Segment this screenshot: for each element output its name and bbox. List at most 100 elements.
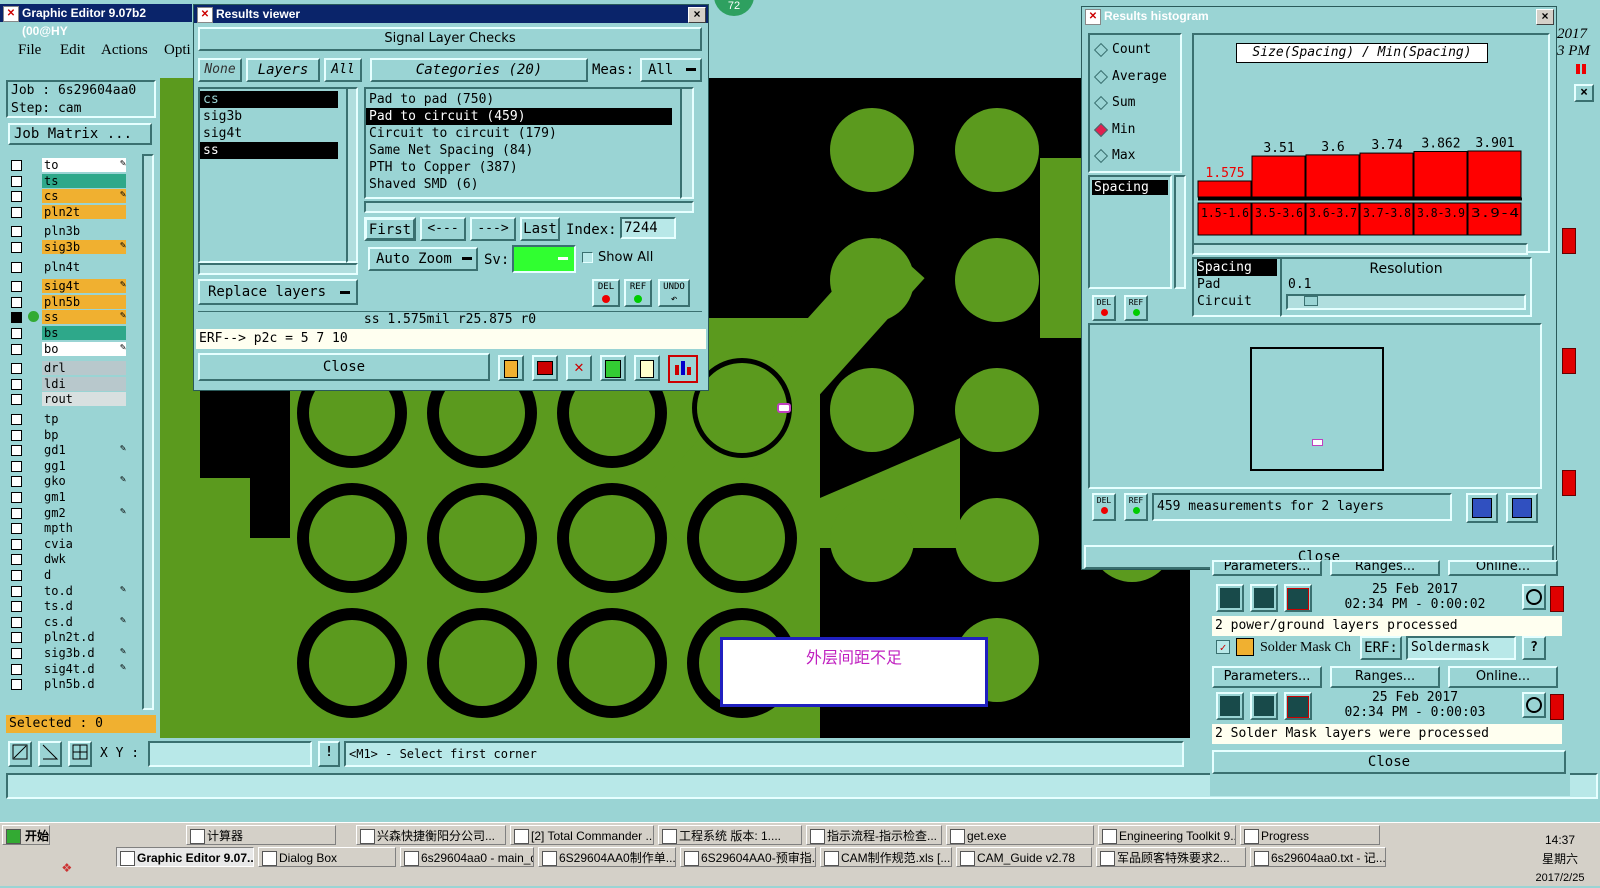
taskbar-item[interactable]: Engineering Toolkit 9.... [1098,825,1236,845]
layer-checkbox[interactable] [11,414,22,425]
layer-row-cs[interactable]: cs ✎ [8,189,148,204]
layers-hscrollbar[interactable] [198,263,358,275]
help-button[interactable]: ? [1522,636,1546,660]
params-button-1[interactable]: Parameters... [1212,560,1322,576]
taskbar-item[interactable]: 工程系统 版本: 1.... [658,825,802,845]
taskbar-item[interactable]: 指示流程-指示检查... [806,825,942,845]
run-step-icon[interactable] [1250,584,1278,612]
params-button-2[interactable]: Parameters... [1212,666,1322,688]
hist-del-button[interactable]: DEL [1092,295,1116,321]
layer-row-cvia[interactable]: cvia [8,536,148,551]
option-max[interactable]: Max [1093,147,1180,167]
category-item[interactable]: Same Net Spacing (84) [366,142,672,159]
main-titlebar[interactable]: ✕ Graphic Editor 9.07b2 (00@HY [0,4,192,38]
slider-thumb[interactable] [1304,296,1318,306]
layer-row-ts[interactable]: ts [8,173,148,188]
layer-checkbox[interactable] [11,160,22,171]
layer-checkbox[interactable] [11,281,22,293]
layer-checkbox[interactable] [11,206,22,218]
layer-row-pln2t.d[interactable]: pln2t.d [8,630,148,645]
layer-checkbox[interactable] [11,492,22,503]
thumb-del-button[interactable]: DEL [1092,493,1116,521]
checklist-close-button[interactable]: Close [1212,750,1566,774]
taskbar-item[interactable]: 6S29604AA0-预审指... [680,847,816,867]
taskbar-item[interactable]: 6S29604AA0制作单.... [538,847,676,867]
menu-actions[interactable]: Actions [101,42,148,59]
resolution-slider[interactable] [1286,294,1526,310]
layer-checkbox[interactable] [11,296,22,308]
layer-checkbox[interactable] [11,394,22,406]
none-button[interactable]: None [198,58,242,82]
layer-checkbox[interactable] [11,378,22,390]
layers-scrollbar[interactable] [346,87,358,263]
layer-row-pln5b.d[interactable]: pln5b.d [8,677,148,692]
stop-icon[interactable] [1284,584,1312,612]
show-all-checkbox[interactable] [582,252,593,263]
layer-row-bo[interactable]: bo ✎ [8,341,148,356]
layer-row-sig4t.d[interactable]: sig4t.d ✎ [8,661,148,676]
meas-dropdown[interactable]: All [640,58,702,82]
board-thumbnail[interactable] [1088,323,1542,489]
taskbar-item[interactable]: get.exe [946,825,1094,845]
layer-row-ts.d[interactable]: ts.d [8,599,148,614]
menu-file[interactable]: File [18,42,41,59]
option-average[interactable]: Average [1093,68,1180,88]
taskbar-item[interactable]: Graphic Editor 9.07... [116,847,254,867]
layer-row-tp[interactable]: tp [8,412,148,426]
resolution-item[interactable]: Pad [1197,276,1282,293]
online-button-1[interactable]: Online... [1448,560,1558,576]
xy-input[interactable] [148,741,312,767]
histogram-titlebar[interactable]: ✕ Results histogram × [1082,7,1556,25]
layer-checkbox[interactable] [11,648,22,659]
layer-list-item[interactable]: cs [200,91,338,108]
layer-list-scrollbar[interactable] [142,154,154,710]
histogram-bar[interactable] [1359,152,1414,198]
taskbar-item[interactable]: 计算器 [186,825,336,845]
compare-icon[interactable] [600,355,626,381]
resolution-item[interactable]: Spacing [1197,259,1277,276]
histogram-bar[interactable] [1251,155,1306,198]
layer-checkbox[interactable] [11,429,22,441]
hist-ref-button[interactable]: REF [1124,295,1148,321]
layer-checkbox[interactable] [11,242,22,253]
layer-row-gm1[interactable]: gm1 [8,490,148,504]
taskbar-item[interactable]: Progress [1240,825,1380,845]
category-item[interactable]: Pad to circuit (459) [366,108,672,125]
option-count[interactable]: Count [1093,41,1180,61]
menu-edit[interactable]: Edit [60,42,85,59]
undo-button[interactable]: UNDO ↶ [658,279,690,307]
close-button[interactable]: Close [198,353,490,381]
measure-icon[interactable] [38,741,62,767]
start-button[interactable]: 开始 [2,825,50,845]
all-button[interactable]: All [324,58,362,82]
layer-list-item[interactable]: ss [200,142,338,159]
layer-row-sig3b.d[interactable]: sig3b.d ✎ [8,646,148,660]
layer-checkbox[interactable] [11,312,22,324]
import-icon[interactable] [1506,493,1538,523]
attribute-item[interactable]: Spacing [1092,180,1168,195]
option-sum[interactable]: Sum [1093,94,1180,114]
solder-mask-checkbox[interactable]: ✓ [1216,640,1230,654]
layer-checkbox[interactable] [11,191,22,203]
attribute-scrollbar[interactable] [1174,175,1186,289]
alert-icon[interactable]: ! [318,741,340,767]
ranges-button-2[interactable]: Ranges... [1330,666,1440,688]
layer-row-ss[interactable]: ss ✎ [8,310,148,325]
categories-listbox[interactable]: Pad to pad (750) Pad to circuit (459) Circ… [364,87,688,199]
prev-button[interactable]: <--- [420,217,466,241]
layer-row-pln3b[interactable]: pln3b [8,224,148,239]
histogram-bar[interactable] [1467,150,1522,198]
layer-row-gko[interactable]: gko ✎ [8,474,148,489]
layer-select-icon[interactable] [498,355,524,381]
resolution-item[interactable]: Circuit [1197,293,1282,310]
resolution-listbox[interactable]: Spacing Pad Circuit [1192,257,1284,317]
layer-row-sig4t[interactable]: sig4t ✎ [8,279,148,294]
layer-row-to[interactable]: to ✎ [8,158,148,172]
histogram-icon[interactable] [668,355,698,383]
layer-checkbox[interactable] [11,601,22,613]
layer-row-dwk[interactable]: dwk [8,552,148,567]
taskbar-item[interactable]: 兴森快捷衡阳分公司... [356,825,506,845]
run-icon[interactable] [1216,584,1244,612]
layer-checkbox[interactable] [11,343,22,355]
histogram-bar[interactable] [1413,151,1468,198]
